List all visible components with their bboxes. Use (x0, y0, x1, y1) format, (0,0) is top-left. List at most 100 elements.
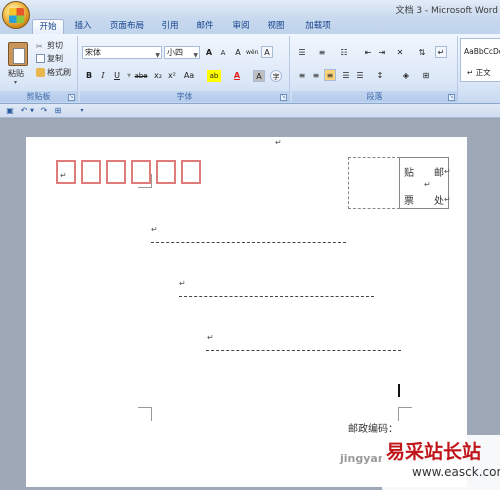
tab-view[interactable]: 视图 (261, 19, 291, 34)
distributed-icon[interactable]: ☰ (354, 70, 366, 82)
font-group-label: 字体 (80, 91, 289, 102)
tab-review[interactable]: 审阅 (226, 19, 256, 34)
cut-button[interactable]: ✂ 剪切 (36, 40, 63, 52)
underline-button[interactable]: U (111, 70, 123, 82)
ribbon: 粘贴 ▾ ✂ 剪切 复制 格式刷 剪贴板 ↘ 宋体 ▼ 小四 ▼ A A A wén … (0, 34, 500, 104)
chevron-down-icon[interactable]: ▼ (26, 105, 38, 117)
address-line-3[interactable] (206, 350, 401, 351)
paragraph-mark: ↵ (424, 180, 431, 189)
stamp-char: 处 (434, 196, 444, 207)
ribbon-tabs: 开始 插入 页面布局 引用 邮件 审阅 视图 加载项 (0, 18, 500, 34)
stamp-label-box: 贴 邮 票 处 ↵ ↵ ↵ (399, 157, 451, 209)
stamp-placeholder (348, 157, 400, 209)
change-case-button[interactable]: Aa (181, 70, 197, 82)
subscript-button[interactable]: x₂ (152, 70, 164, 82)
char-border-button[interactable]: A (261, 46, 273, 58)
title-bar: 文档 3 - Microsoft Word (0, 0, 500, 29)
clipboard-launcher-icon[interactable]: ↘ (68, 94, 75, 101)
style-normal[interactable]: ↵ 正文 (467, 67, 491, 78)
bold-button[interactable]: B (83, 70, 95, 82)
line-spacing-icon[interactable]: ↕ (374, 70, 386, 82)
font-size-combo[interactable]: 小四 ▼ (164, 46, 200, 59)
justify-icon[interactable]: ☰ (340, 70, 352, 82)
paragraph-group-label: 段落 (292, 91, 457, 102)
font-group: 宋体 ▼ 小四 ▼ A A A wén A B I U ▼ abe x₂ x² Aa… (80, 36, 290, 102)
borders-icon[interactable]: ⊞ (420, 70, 432, 82)
paragraph-mark: ↵ (275, 138, 282, 147)
postal-code-label: 邮政编码： (348, 424, 398, 435)
bullets-icon[interactable]: ☰ (296, 47, 308, 59)
paragraph-group: ☰ ≡ ☷ ⇤ ⇥ ✕ ⇅ ↵ ≡ ≡ ≡ ☰ ☰ ↕ ◈ ⊞ 段落 ↘ (292, 36, 458, 102)
decrease-indent-icon[interactable]: ⇤ (362, 47, 374, 59)
site-watermark-cn: 易采站长站 (386, 441, 482, 463)
chinese-layout-icon[interactable]: ✕ (394, 47, 406, 59)
align-center-icon[interactable]: ≡ (310, 70, 322, 82)
superscript-button[interactable]: x² (166, 70, 178, 82)
font-size-value: 小四 (167, 48, 183, 57)
office-button[interactable] (2, 1, 30, 29)
numbering-icon[interactable]: ≡ (316, 47, 328, 59)
stamp-char: 票 (404, 196, 414, 207)
tab-references[interactable]: 引用 (155, 19, 185, 34)
stamp-char: 邮 (434, 168, 444, 179)
copy-label: 复制 (47, 54, 63, 63)
address-line-1[interactable] (151, 242, 346, 243)
styles-gallery[interactable]: AaBbCcDd ↵ 正文 (460, 38, 500, 82)
paragraph-mark: ↵ (179, 279, 186, 288)
paragraph-launcher-icon[interactable]: ↘ (448, 94, 455, 101)
chevron-down-icon: ▼ (155, 52, 160, 59)
site-watermark: 易采站长站 www.easck.com (382, 435, 500, 490)
font-name-value: 宋体 (85, 48, 101, 57)
tab-addins[interactable]: 加载项 (298, 19, 338, 34)
clear-format-button[interactable]: A (232, 47, 244, 59)
chevron-down-icon: ▼ (193, 52, 198, 59)
paragraph-mark: ↵ (444, 195, 451, 204)
align-left-icon[interactable]: ≡ (296, 70, 308, 82)
phonetic-guide-button[interactable]: wén (246, 47, 258, 59)
format-painter-label: 格式刷 (47, 68, 71, 77)
paragraph-mark: ↵ (444, 167, 451, 176)
tab-page-layout[interactable]: 页面布局 (103, 19, 151, 34)
zip-digit-box (81, 160, 101, 184)
text-cursor (398, 384, 400, 397)
tab-insert[interactable]: 插入 (68, 19, 98, 34)
font-color-button[interactable]: A (231, 70, 243, 82)
scissors-icon: ✂ (36, 42, 43, 51)
paragraph-mark: ↵ (60, 171, 67, 180)
highlight-button[interactable]: ab (207, 70, 221, 82)
shading-icon[interactable]: ◈ (400, 70, 412, 82)
redo-icon[interactable]: ↷ (38, 105, 50, 117)
window-title: 文档 3 - Microsoft Word (395, 6, 498, 16)
shrink-font-button[interactable]: A (217, 47, 229, 59)
clipboard-group-label: 剪贴板 (0, 91, 77, 102)
paragraph-mark: ↵ (151, 225, 158, 234)
customize-qat-icon[interactable]: ▾ (76, 105, 88, 117)
grow-font-button[interactable]: A (203, 47, 215, 59)
stamp-char: 贴 (404, 168, 414, 179)
tab-mailings[interactable]: 邮件 (190, 19, 220, 34)
increase-indent-icon[interactable]: ⇥ (376, 47, 388, 59)
font-name-combo[interactable]: 宋体 ▼ (82, 46, 162, 59)
site-watermark-url: www.easck.com (412, 465, 500, 479)
office-logo-icon (9, 8, 24, 23)
italic-button[interactable]: I (97, 70, 109, 82)
strikethrough-button[interactable]: abe (132, 70, 150, 82)
cut-label: 剪切 (47, 41, 63, 50)
paintbrush-icon (36, 68, 45, 77)
format-painter-button[interactable]: 格式刷 (36, 67, 71, 79)
sort-icon[interactable]: ⇅ (416, 47, 428, 59)
address-line-2[interactable] (179, 296, 374, 297)
multilevel-list-icon[interactable]: ☷ (338, 47, 350, 59)
font-launcher-icon[interactable]: ↘ (280, 94, 287, 101)
table-icon[interactable]: ⊞ (52, 105, 64, 117)
chevron-down-icon: ▾ (14, 79, 18, 86)
clipboard-group: 粘贴 ▾ ✂ 剪切 复制 格式刷 剪贴板 ↘ (0, 36, 78, 102)
show-marks-icon[interactable]: ↵ (435, 46, 447, 58)
paste-button[interactable]: 粘贴 ▾ (2, 38, 32, 88)
char-shading-button[interactable]: A (253, 70, 265, 82)
align-right-icon[interactable]: ≡ (324, 69, 336, 81)
enclose-char-button[interactable]: 字 (270, 70, 282, 82)
tab-home[interactable]: 开始 (32, 19, 64, 34)
save-icon[interactable]: ▣ (4, 105, 16, 117)
copy-button[interactable]: 复制 (36, 53, 63, 65)
